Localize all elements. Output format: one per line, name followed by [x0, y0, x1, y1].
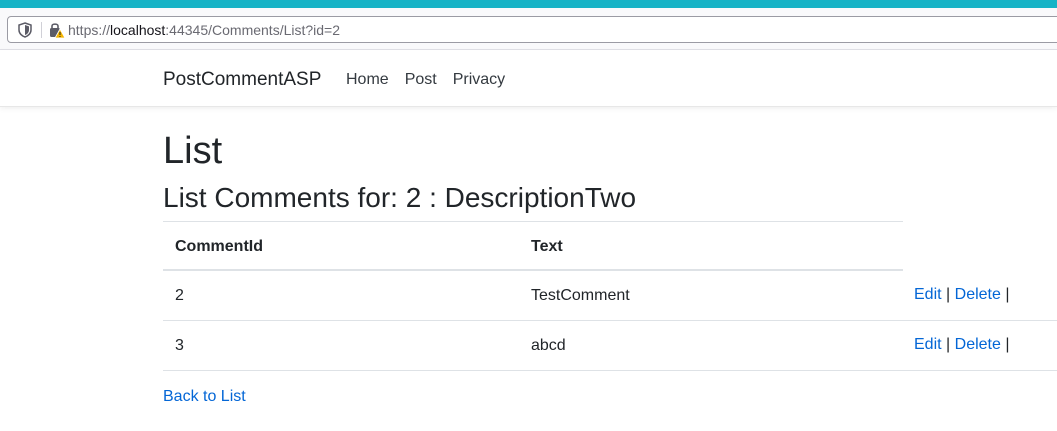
header-text: Text: [531, 238, 563, 255]
url-path: :44345/Comments/List?id=2: [165, 22, 341, 38]
browser-top-strip: [0, 0, 1057, 8]
action-separator: |: [1005, 286, 1010, 303]
page-title: List: [163, 130, 223, 172]
action-separator: |: [1005, 336, 1010, 353]
cell-text: TestComment: [531, 287, 630, 304]
page-subtitle: List Comments for: 2 : DescriptionTwo: [163, 182, 637, 213]
cell-comment-id: 3: [175, 337, 184, 354]
url-prefix: https://: [68, 22, 111, 38]
url-host: localhost: [110, 22, 166, 38]
nav-home-link[interactable]: Home: [346, 71, 389, 89]
action-separator: |: [946, 336, 951, 353]
shield-icon[interactable]: [18, 22, 32, 38]
delete-link[interactable]: Delete: [955, 286, 1001, 303]
url-text[interactable]: https://localhost:44345/Comments/List?id…: [68, 22, 340, 38]
brand-link[interactable]: PostCommentASP: [163, 69, 321, 91]
delete-link[interactable]: Delete: [955, 336, 1001, 353]
address-bar-separator: [41, 22, 42, 38]
table-row: 3 abcd Edit | Delete |: [163, 321, 1057, 371]
address-bar[interactable]: https://localhost:44345/Comments/List?id…: [7, 16, 1057, 43]
insecure-lock-icon[interactable]: [48, 21, 66, 39]
row-actions: Edit | Delete |: [914, 286, 1010, 304]
browser-toolbar: https://localhost:44345/Comments/List?id…: [0, 8, 1057, 50]
edit-link[interactable]: Edit: [914, 286, 942, 303]
edit-link[interactable]: Edit: [914, 336, 942, 353]
cell-comment-id: 2: [175, 287, 184, 304]
main-content: List List Comments for: 2 : DescriptionT…: [163, 130, 1057, 215]
site-navbar: PostCommentASP Home Post Privacy: [0, 50, 1057, 107]
table-header: CommentId Text: [163, 221, 903, 271]
nav-links: Home Post Privacy: [346, 71, 521, 89]
action-separator: |: [946, 286, 951, 303]
nav-post-link[interactable]: Post: [405, 71, 437, 89]
cell-text: abcd: [531, 337, 566, 354]
header-comment-id: CommentId: [175, 238, 263, 255]
back-to-list-link[interactable]: Back to List: [163, 388, 246, 406]
row-actions: Edit | Delete |: [914, 336, 1010, 354]
nav-privacy-link[interactable]: Privacy: [453, 71, 505, 89]
comments-table: CommentId Text 2 TestComment Edit | Dele…: [163, 221, 1057, 371]
table-row: 2 TestComment Edit | Delete |: [163, 271, 1057, 321]
